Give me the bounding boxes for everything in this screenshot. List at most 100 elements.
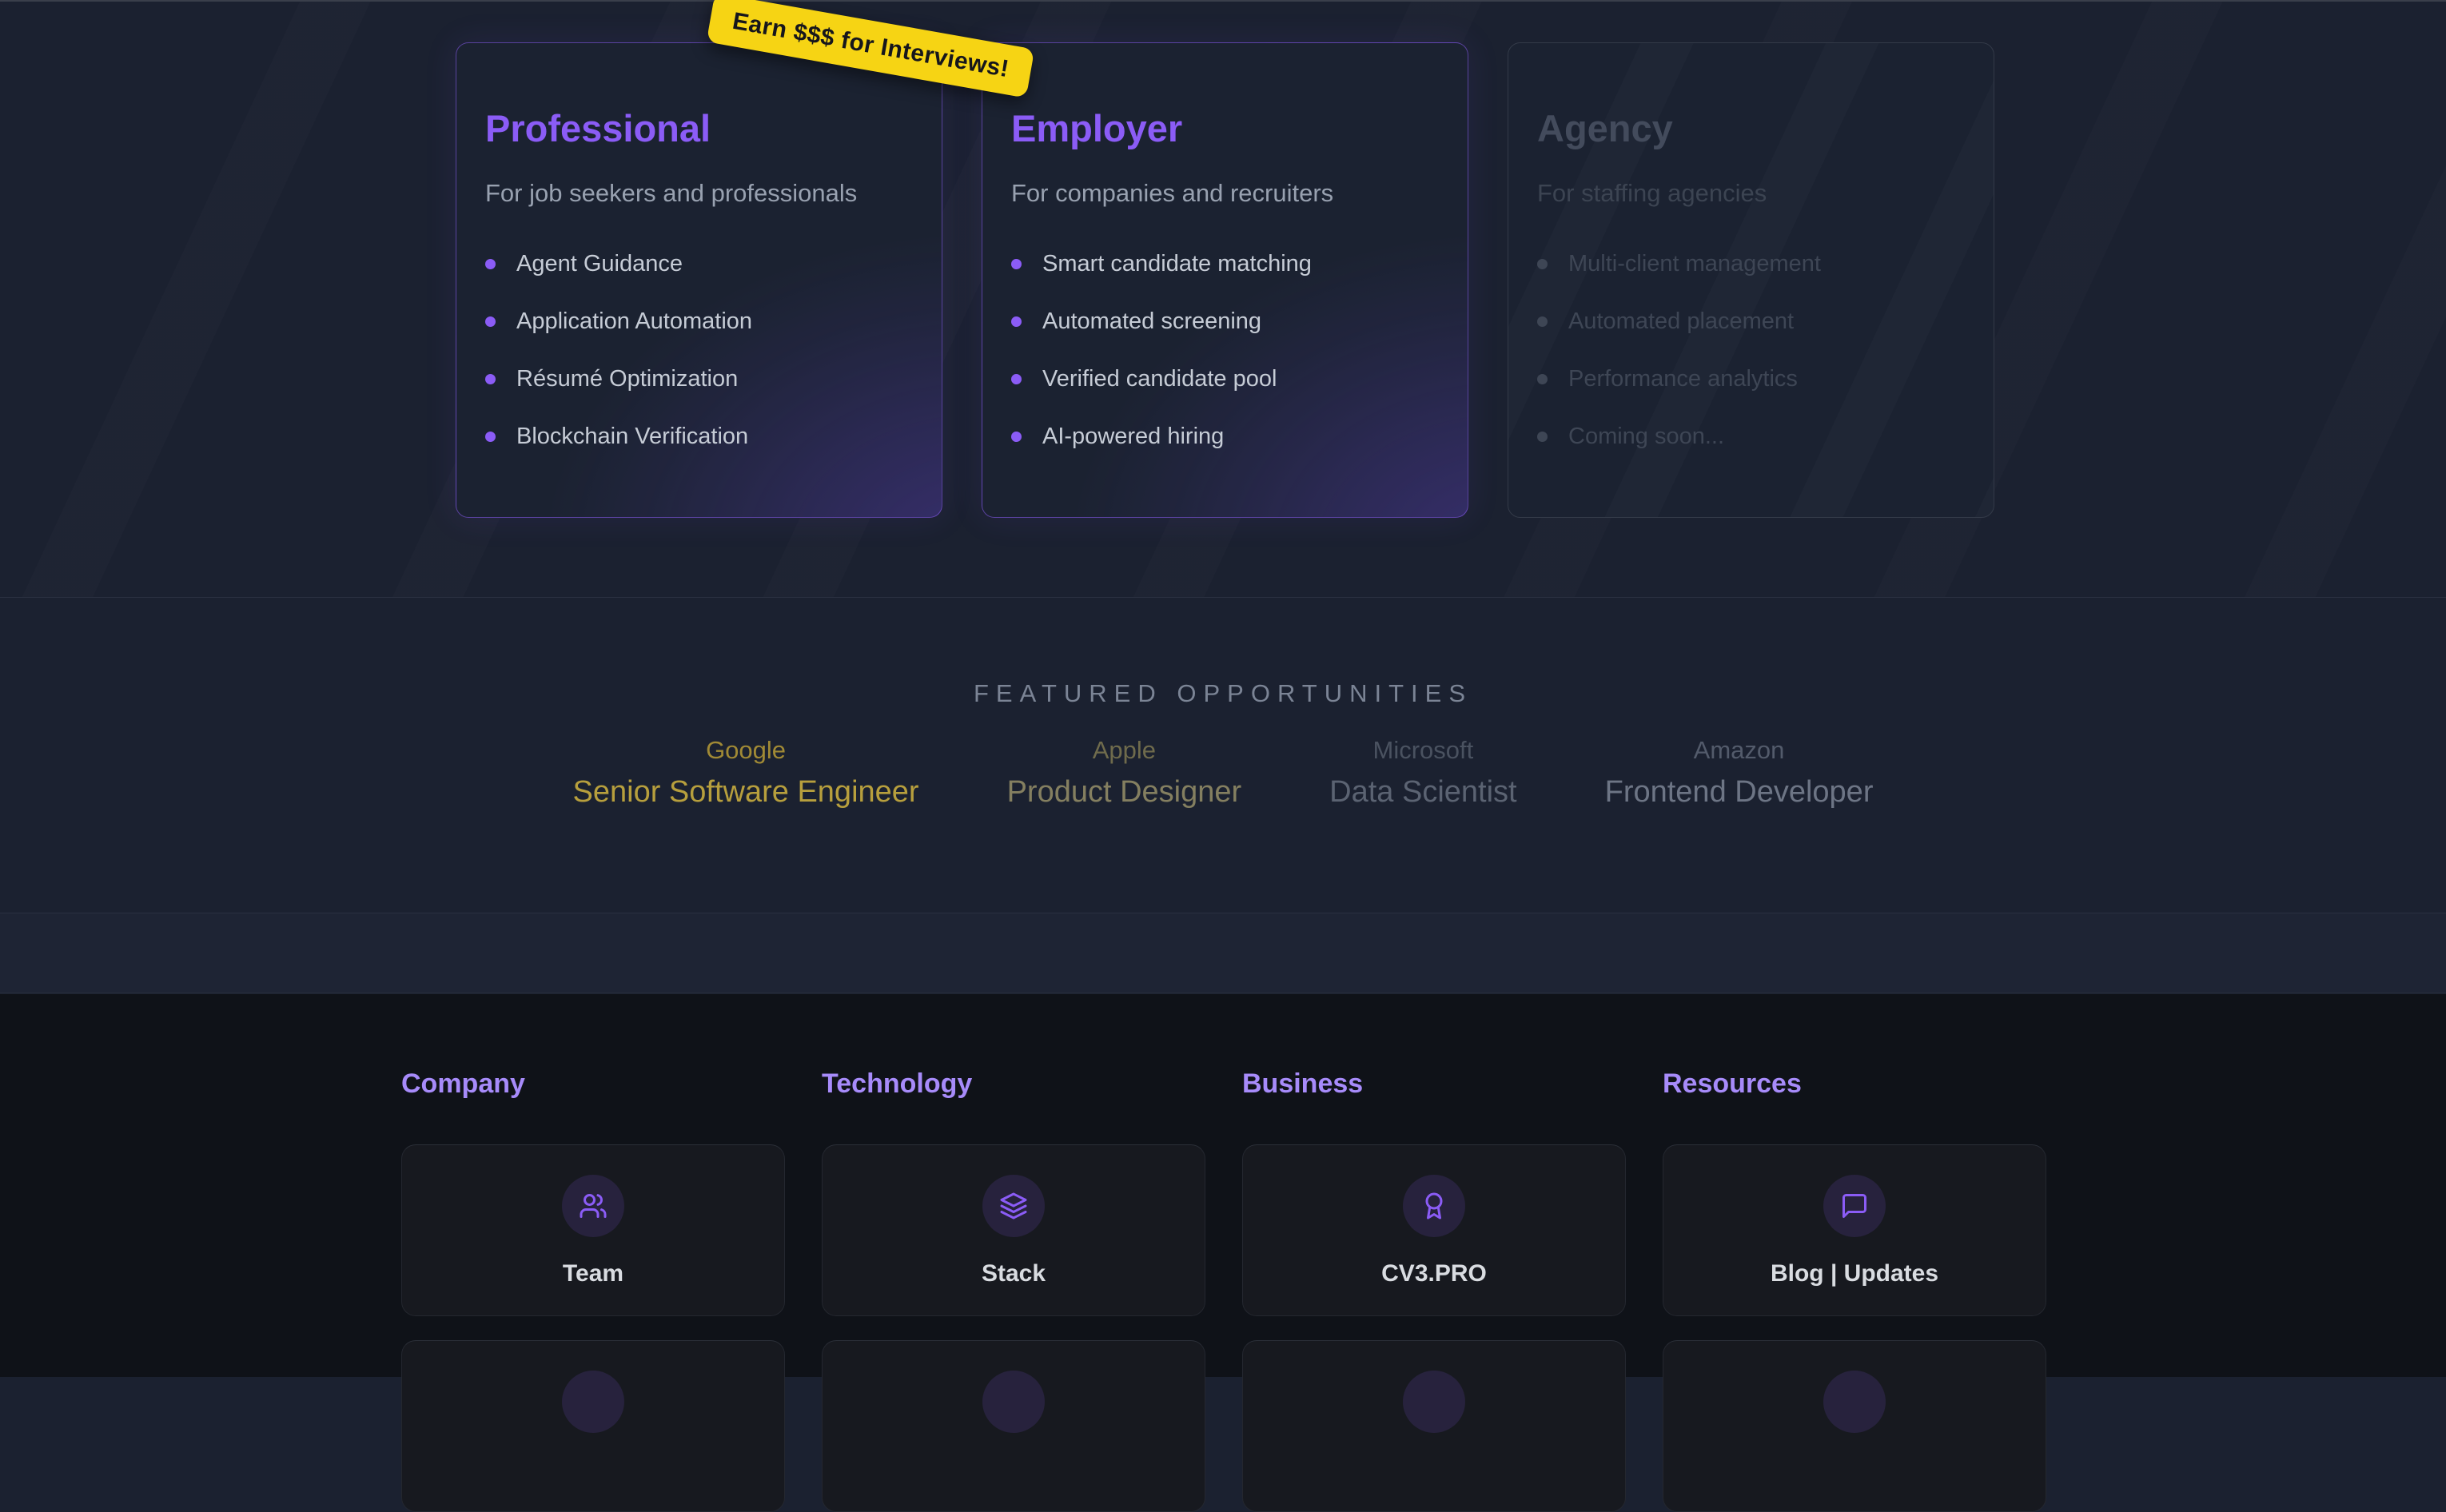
footer-card-label: Stack [982, 1260, 1046, 1287]
footer-card-label: Team [563, 1260, 623, 1287]
plan-title: Agency [1537, 107, 1965, 150]
job-role: Data Scientist [1329, 774, 1516, 811]
bullet-dot-icon [485, 316, 496, 327]
job-role: Frontend Developer [1605, 774, 1874, 811]
footer-column-business: Business CV3.PRO [1242, 1068, 1626, 1512]
plan-feature: Coming soon... [1537, 425, 1965, 448]
footer-card-cutoff[interactable] [401, 1340, 785, 1512]
bullet-dot-icon [1537, 316, 1548, 327]
footer-card-team[interactable]: Team [401, 1144, 785, 1316]
plan-feature-label: Multi-client management [1568, 251, 1821, 277]
footer-card-blog[interactable]: Blog | Updates [1663, 1144, 2046, 1316]
plan-subtitle: For staffing agencies [1537, 179, 1965, 208]
plan-feature-label: Blockchain Verification [516, 424, 748, 450]
footer-card-cutoff[interactable] [822, 1340, 1205, 1512]
bullet-dot-icon [1011, 374, 1022, 384]
plan-feature-label: Agent Guidance [516, 251, 683, 277]
icon-circle [562, 1175, 624, 1237]
footer-column-technology: Technology Stack [822, 1068, 1205, 1512]
plan-feature: Résumé Optimization [485, 368, 913, 391]
plan-feature: Multi-client management [1537, 253, 1965, 276]
plan-feature: Automated placement [1537, 310, 1965, 333]
footer-card-cv3pro[interactable]: CV3.PRO [1242, 1144, 1626, 1316]
plans-section: Professional For job seekers and profess… [0, 0, 2446, 598]
plan-cards-row: Professional For job seekers and profess… [456, 42, 1994, 518]
featured-opportunities-section: FEATURED OPPORTUNITIES Google Senior Sof… [0, 599, 2446, 913]
plan-subtitle: For companies and recruiters [1011, 179, 1439, 208]
bullet-dot-icon [1537, 259, 1548, 269]
footer: Company Team Technology [0, 994, 2446, 1377]
plan-card-professional[interactable]: Professional For job seekers and profess… [456, 42, 942, 518]
plan-feature: Agent Guidance [485, 253, 913, 276]
icon-circle [562, 1371, 624, 1433]
users-icon [579, 1192, 608, 1220]
plan-feature-label: Résumé Optimization [516, 366, 738, 392]
message-square-icon [1840, 1192, 1869, 1220]
bullet-dot-icon [485, 432, 496, 442]
plan-feature-label: Coming soon... [1568, 424, 1724, 450]
footer-card-cutoff[interactable] [1242, 1340, 1626, 1512]
icon-circle [1403, 1371, 1465, 1433]
plan-feature: Smart candidate matching [1011, 253, 1439, 276]
plan-feature-label: Smart candidate matching [1042, 251, 1312, 277]
job-item-apple[interactable]: Apple Product Designer [1007, 735, 1242, 811]
bullet-dot-icon [1537, 432, 1548, 442]
footer-column-heading: Business [1242, 1068, 1626, 1100]
plan-feature-list: Smart candidate matching Automated scree… [1011, 253, 1439, 448]
job-item-microsoft[interactable]: Microsoft Data Scientist [1329, 735, 1516, 811]
footer-column-heading: Technology [822, 1068, 1205, 1100]
job-company: Google [573, 735, 919, 765]
footer-column-company: Company Team [401, 1068, 785, 1512]
bullet-dot-icon [1537, 374, 1548, 384]
icon-circle [1403, 1175, 1465, 1237]
plan-title: Professional [485, 107, 913, 150]
plan-feature: Performance analytics [1537, 368, 1965, 391]
bullet-dot-icon [1011, 259, 1022, 269]
plan-feature-label: Automated screening [1042, 308, 1261, 335]
job-company: Microsoft [1329, 735, 1516, 765]
featured-jobs-row: Google Senior Software Engineer Apple Pr… [0, 735, 2446, 811]
footer-grid: Company Team Technology [401, 1068, 2046, 1512]
bullet-dot-icon [485, 259, 496, 269]
job-company: Amazon [1605, 735, 1874, 765]
job-item-amazon[interactable]: Amazon Frontend Developer [1605, 735, 1874, 811]
plan-feature-label: Verified candidate pool [1042, 366, 1277, 392]
footer-column-heading: Resources [1663, 1068, 2046, 1100]
plan-feature: Blockchain Verification [485, 425, 913, 448]
icon-circle [982, 1371, 1045, 1433]
plan-title: Employer [1011, 107, 1439, 150]
plan-feature-list: Agent Guidance Application Automation Ré… [485, 253, 913, 448]
plan-feature-label: AI-powered hiring [1042, 424, 1224, 450]
plan-card-agency: Agency For staffing agencies Multi-clien… [1508, 42, 1994, 518]
bullet-dot-icon [1011, 432, 1022, 442]
plan-feature-label: Automated placement [1568, 308, 1794, 335]
plan-feature: Verified candidate pool [1011, 368, 1439, 391]
footer-card-label: Blog | Updates [1771, 1260, 1938, 1287]
job-role: Product Designer [1007, 774, 1242, 811]
icon-circle [1823, 1175, 1886, 1237]
footer-card-stack[interactable]: Stack [822, 1144, 1205, 1316]
icon-circle [982, 1175, 1045, 1237]
job-item-google[interactable]: Google Senior Software Engineer [573, 735, 919, 811]
plan-feature: AI-powered hiring [1011, 425, 1439, 448]
featured-heading: FEATURED OPPORTUNITIES [0, 679, 2446, 708]
plan-subtitle: For job seekers and professionals [485, 179, 913, 208]
plan-card-employer[interactable]: Employer For companies and recruiters Sm… [982, 42, 1468, 518]
spacer-band [0, 913, 2446, 993]
plan-feature: Application Automation [485, 310, 913, 333]
award-icon [1420, 1192, 1448, 1220]
bullet-dot-icon [1011, 316, 1022, 327]
footer-column-resources: Resources Blog | Updates [1663, 1068, 2046, 1512]
plan-feature-label: Application Automation [516, 308, 752, 335]
plan-feature: Automated screening [1011, 310, 1439, 333]
job-role: Senior Software Engineer [573, 774, 919, 811]
plan-feature-label: Performance analytics [1568, 366, 1798, 392]
icon-circle [1823, 1371, 1886, 1433]
footer-card-label: CV3.PRO [1381, 1260, 1487, 1287]
layers-icon [999, 1192, 1028, 1220]
plan-feature-list: Multi-client management Automated placem… [1537, 253, 1965, 448]
footer-card-cutoff[interactable] [1663, 1340, 2046, 1512]
footer-column-heading: Company [401, 1068, 785, 1100]
bullet-dot-icon [485, 374, 496, 384]
job-company: Apple [1007, 735, 1242, 765]
